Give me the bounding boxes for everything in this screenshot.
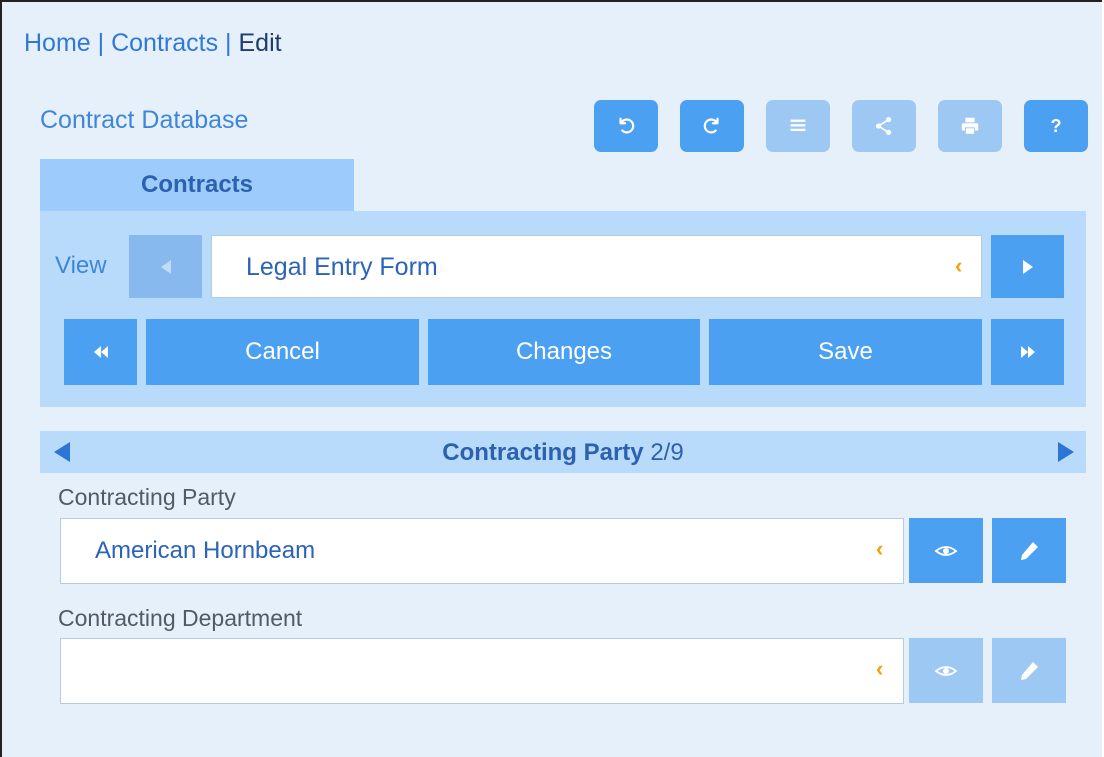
share-button[interactable]: [852, 100, 916, 152]
print-button[interactable]: [938, 100, 1002, 152]
dropdown-chevron-icon: ‹: [955, 253, 963, 278]
help-icon: ?: [1050, 115, 1062, 136]
breadcrumb-contracts-link[interactable]: Contracts: [111, 29, 218, 57]
redo-icon: [703, 117, 719, 134]
breadcrumb-current: Edit: [238, 29, 282, 57]
eye-icon: [934, 545, 958, 556]
tab-contracts[interactable]: Contracts: [40, 159, 354, 211]
app-frame: Home | Contracts | Edit Contract Databas…: [0, 0, 1102, 757]
undo-icon: [619, 117, 635, 134]
pencil-icon: [1021, 661, 1038, 680]
triangle-left-icon: [160, 259, 171, 274]
contracting-party-value: American Hornbeam: [95, 537, 316, 564]
print-icon: [961, 117, 979, 135]
breadcrumb-home-link[interactable]: Home: [24, 29, 91, 57]
edit-party-button[interactable]: [992, 518, 1066, 583]
prev-view-button[interactable]: [129, 235, 202, 298]
undo-button[interactable]: [594, 100, 658, 152]
pencil-icon: [1021, 541, 1038, 560]
section-header: Contracting Party 2/9: [40, 431, 1086, 473]
triangle-right-icon: [1022, 259, 1033, 274]
first-record-button[interactable]: [64, 319, 137, 385]
contracting-party-label: Contracting Party: [58, 484, 236, 510]
view-select[interactable]: Legal Entry Form ‹: [211, 235, 982, 298]
share-icon: [875, 117, 892, 135]
help-button[interactable]: ?: [1024, 100, 1088, 152]
eye-icon: [934, 665, 958, 676]
contracting-department-label: Contracting Department: [58, 605, 303, 631]
section-title-label: Contracting Party: [442, 439, 644, 466]
next-view-button[interactable]: [991, 235, 1064, 298]
list-icon: [790, 119, 806, 132]
breadcrumb: Home | Contracts | Edit: [24, 29, 282, 58]
contracting-party-field[interactable]: American Hornbeam ‹: [60, 518, 904, 584]
changes-button[interactable]: Changes: [428, 319, 700, 385]
view-select-value: Legal Entry Form: [246, 253, 438, 281]
redo-button[interactable]: [680, 100, 744, 152]
edit-department-button[interactable]: [992, 638, 1066, 703]
list-button[interactable]: [766, 100, 830, 152]
cancel-button[interactable]: Cancel: [146, 319, 419, 385]
double-chevron-right-icon: [1020, 346, 1035, 358]
contracting-department-field[interactable]: ‹: [60, 638, 904, 704]
double-chevron-left-icon: [93, 346, 108, 358]
view-label: View: [55, 252, 107, 279]
app-title: Contract Database: [40, 106, 249, 134]
view-party-button[interactable]: [909, 518, 983, 583]
breadcrumb-separator: |: [97, 29, 105, 57]
dropdown-chevron-icon: ‹: [876, 536, 884, 561]
next-record-arrow-icon[interactable]: [1058, 442, 1074, 462]
save-button[interactable]: Save: [709, 319, 982, 385]
view-department-button[interactable]: [909, 638, 983, 703]
dropdown-chevron-icon: ‹: [876, 656, 884, 681]
section-title: Contracting Party 2/9: [40, 439, 1086, 467]
last-record-button[interactable]: [991, 319, 1064, 385]
record-position: 2/9: [650, 439, 684, 466]
breadcrumb-separator: |: [225, 29, 232, 57]
